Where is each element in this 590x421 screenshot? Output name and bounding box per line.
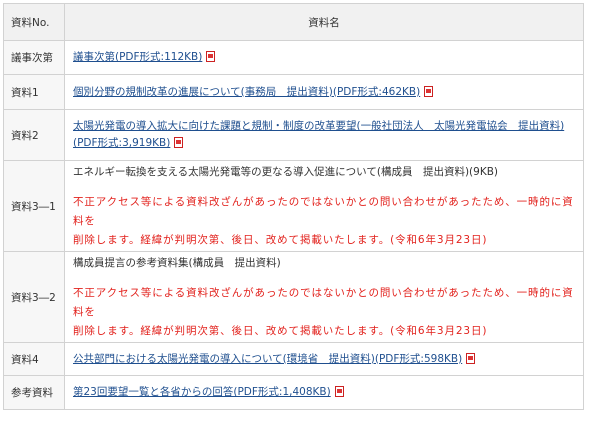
table-row: 資料3―2 構成員提言の参考資料集(構成員 提出資料) 不正アクセス等による資料… xyxy=(3,251,584,343)
material-number: 議事次第 xyxy=(3,40,65,75)
table-row: 参考資料 第23回要望一覧と各省からの回答(PDF形式:1,408KB) xyxy=(3,375,584,410)
removal-notice-line-2: 削除します。経緯が判明次第、後日、改めて掲載いたします。(令和6年3月23日) xyxy=(73,233,488,246)
pdf-icon xyxy=(466,352,476,364)
material-link-4[interactable]: 公共部門における太陽光発電の導入について(環境省 提出資料)(PDF形式:598… xyxy=(73,353,462,365)
removal-notice-line-1: 不正アクセス等による資料改ざんがあったのではないかとの問い合わせがあったため、一… xyxy=(73,286,574,318)
material-link-2[interactable]: 太陽光発電の導入拡大に向けた課題と規制・制度の改革要望(一般社団法人 太陽光発電… xyxy=(73,120,564,149)
material-name-cell: 太陽光発電の導入拡大に向けた課題と規制・制度の改革要望(一般社団法人 太陽光発電… xyxy=(64,109,584,161)
pdf-icon xyxy=(424,85,434,97)
material-number: 参考資料 xyxy=(3,375,65,410)
pdf-icon xyxy=(174,137,184,148)
material-link-agenda[interactable]: 議事次第(PDF形式:112KB) xyxy=(73,51,202,63)
column-header-no: 資料No. xyxy=(3,3,65,41)
table-row: 資料1 個別分野の規制改革の進展について(事務局 提出資料)(PDF形式:462… xyxy=(3,74,584,110)
material-title: エネルギー転換を支える太陽光発電等の更なる導入促進について(構成員 提出資料)(… xyxy=(73,165,499,178)
pdf-icon xyxy=(334,386,344,397)
removal-notice-line-2: 削除します。経緯が判明次第、後日、改めて掲載いたします。(令和6年3月23日) xyxy=(73,324,488,337)
material-name-cell: 第23回要望一覧と各省からの回答(PDF形式:1,408KB) xyxy=(64,375,584,410)
material-link-1[interactable]: 個別分野の規制改革の進展について(事務局 提出資料)(PDF形式:462KB) xyxy=(73,86,420,98)
material-number: 資料4 xyxy=(3,342,65,376)
table-row: 資料2 太陽光発電の導入拡大に向けた課題と規制・制度の改革要望(一般社団法人 太… xyxy=(3,109,584,161)
removal-notice-line-1: 不正アクセス等による資料改ざんがあったのではないかとの問い合わせがあったため、一… xyxy=(73,195,574,227)
material-name-cell: 議事次第(PDF形式:112KB) xyxy=(64,40,584,75)
material-name-cell: 個別分野の規制改革の進展について(事務局 提出資料)(PDF形式:462KB) xyxy=(64,74,584,110)
material-number: 資料3―2 xyxy=(3,251,65,343)
material-number: 資料3―1 xyxy=(3,160,65,252)
material-link-reference[interactable]: 第23回要望一覧と各省からの回答(PDF形式:1,408KB) xyxy=(73,386,331,398)
column-header-name: 資料名 xyxy=(64,3,584,41)
table-row: 資料4 公共部門における太陽光発電の導入について(環境省 提出資料)(PDF形式… xyxy=(3,342,584,376)
material-name-cell: エネルギー転換を支える太陽光発電等の更なる導入促進について(構成員 提出資料)(… xyxy=(64,160,584,252)
material-number: 資料1 xyxy=(3,74,65,110)
material-name-cell: 公共部門における太陽光発電の導入について(環境省 提出資料)(PDF形式:598… xyxy=(64,342,584,376)
material-number: 資料2 xyxy=(3,109,65,161)
table-header-row: 資料No. 資料名 xyxy=(3,3,584,41)
table-row: 資料3―1 エネルギー転換を支える太陽光発電等の更なる導入促進について(構成員 … xyxy=(3,160,584,252)
materials-table: 資料No. 資料名 議事次第 議事次第(PDF形式:112KB) 資料1 個別分… xyxy=(3,3,584,410)
material-name-cell: 構成員提言の参考資料集(構成員 提出資料) 不正アクセス等による資料改ざんがあっ… xyxy=(64,251,584,343)
table-row: 議事次第 議事次第(PDF形式:112KB) xyxy=(3,40,584,75)
material-title: 構成員提言の参考資料集(構成員 提出資料) xyxy=(73,256,281,269)
pdf-icon xyxy=(206,51,216,62)
